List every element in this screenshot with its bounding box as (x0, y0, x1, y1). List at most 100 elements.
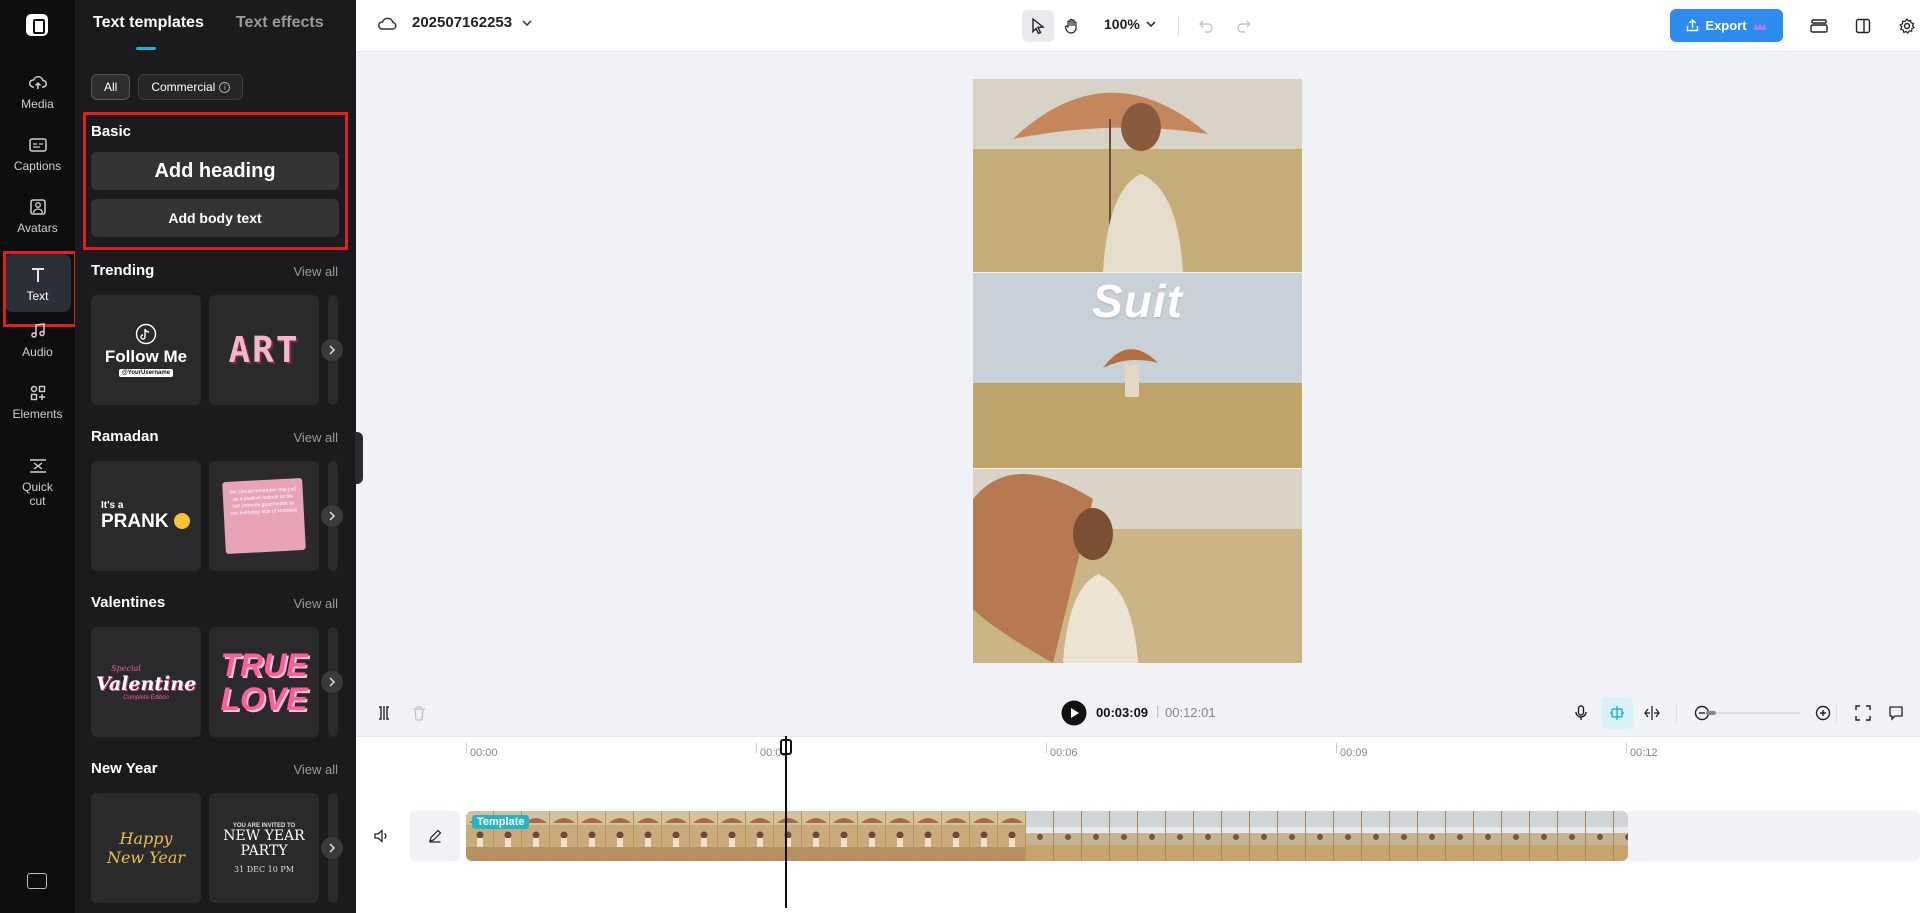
template-card-art[interactable]: ART (209, 295, 319, 405)
rail-item-label: Elements (12, 406, 63, 421)
rail-item-quick-cut[interactable]: Quick cut (4, 446, 71, 516)
add-heading-button[interactable]: Add heading (91, 152, 339, 190)
video-track-clip[interactable]: Template (466, 811, 1628, 861)
template-card-follow-me[interactable]: Follow Me @YourUsername (91, 295, 201, 405)
export-label: Export (1705, 18, 1747, 33)
rail-item-label: Media (21, 96, 54, 111)
app-logo-icon[interactable] (26, 14, 48, 36)
card-text-true: TRUE (220, 647, 308, 683)
text-icon (27, 264, 49, 286)
rail-item-elements[interactable]: Elements (4, 372, 71, 430)
template-card-quote[interactable]: We should remember that just as a positi… (209, 461, 319, 571)
template-card-happy-new-year[interactable]: Happy New Year (91, 793, 201, 903)
chevron-right-icon (329, 345, 336, 355)
fullscreen-icon (1855, 705, 1871, 721)
tick-label: 00:00 (470, 747, 498, 759)
rail-item-media[interactable]: Media (4, 62, 71, 120)
split-clip-button[interactable] (368, 697, 400, 729)
fullscreen-button[interactable] (1847, 697, 1879, 729)
chevron-down-icon (1146, 21, 1156, 27)
zoom-dropdown[interactable]: 100% (1104, 16, 1156, 32)
chat-icon (1889, 706, 1903, 721)
view-all-new-year-link[interactable]: View all (293, 762, 338, 777)
view-all-ramadan-link[interactable]: View all (293, 430, 338, 445)
redo-button[interactable] (1228, 10, 1260, 42)
canvas-text-overlay[interactable]: Suit (973, 274, 1302, 328)
keyboard-shortcuts-icon[interactable] (27, 873, 47, 889)
layers-button[interactable] (1803, 10, 1835, 42)
filter-commercial-chip[interactable]: Commercial i (138, 74, 244, 100)
top-bar: 202507162253 100% Export (356, 0, 1920, 52)
section-title-new-year: New Year (91, 760, 158, 777)
view-all-valentines-link[interactable]: View all (293, 596, 338, 611)
valentines-next-arrow[interactable] (321, 671, 343, 693)
panel-collapse-handle[interactable] (355, 432, 363, 484)
select-tool-button[interactable] (1022, 10, 1054, 42)
toolbar-divider (1178, 17, 1179, 35)
trending-next-arrow[interactable] (321, 339, 343, 361)
template-card-valentine[interactable]: Special Valentine Complete Edition (91, 627, 201, 737)
toggle-side-panel-button[interactable] (1847, 10, 1879, 42)
zoom-in-button[interactable] (1807, 697, 1839, 729)
zoom-slider-thumb[interactable] (1706, 711, 1716, 715)
template-card-prank[interactable]: It's a PRANK (91, 461, 201, 571)
auto-snap-button[interactable] (1601, 697, 1633, 729)
rail-item-label: Audio (22, 344, 53, 359)
template-card-new-year-party[interactable]: YOU ARE INVITED TO NEW YEAR PARTY 31 DEC… (209, 793, 319, 903)
section-title-ramadan: Ramadan (91, 428, 159, 445)
timeline[interactable]: 00:00 00:03 00:06 00:09 00:12 Template (356, 736, 1920, 913)
video-preview-canvas[interactable]: Suit (973, 79, 1302, 663)
settings-button[interactable] (1891, 10, 1920, 42)
record-voice-button[interactable] (1565, 697, 1597, 729)
play-button[interactable] (1058, 697, 1090, 729)
cloud-icon (378, 17, 397, 30)
export-button[interactable]: Export (1670, 9, 1783, 42)
playhead-line[interactable] (785, 736, 787, 908)
current-time: 00:03:09 (1096, 705, 1149, 720)
rail-item-avatars[interactable]: Avatars (4, 186, 71, 244)
timeline-zoom-slider[interactable] (1706, 711, 1800, 715)
card-text-prank-word: PRANK (101, 510, 169, 532)
rail-item-audio[interactable]: Audio (4, 310, 71, 368)
section-title-basic: Basic (91, 123, 132, 140)
rail-item-captions[interactable]: Captions (4, 124, 71, 182)
cloud-upload-icon (27, 72, 49, 94)
tab-text-effects[interactable]: Text effects (236, 14, 324, 32)
track-mute-button[interactable] (366, 820, 398, 852)
layers-icon (1810, 19, 1828, 33)
tick-mark (1046, 743, 1047, 753)
split-view-button[interactable] (1636, 697, 1668, 729)
captions-icon (27, 134, 49, 156)
project-title[interactable]: 202507162253 (378, 14, 532, 31)
left-rail: Media Captions Avatars Text Audio Elemen… (0, 0, 77, 913)
rail-item-label: Avatars (17, 220, 58, 235)
card-text-art: ART (228, 329, 300, 371)
rail-item-label: Captions (13, 158, 62, 173)
trash-icon (413, 706, 425, 721)
card-text-love: LOVE (220, 681, 308, 717)
rail-item-label: Quick (22, 479, 53, 494)
card-text-prank: PRANK (101, 511, 190, 533)
playback-bar: 00:03:09 | 00:12:01 (356, 690, 1920, 736)
undo-button[interactable] (1190, 10, 1222, 42)
rail-item-text[interactable]: Text (3, 251, 77, 327)
section-title-valentines: Valentines (91, 594, 166, 611)
add-body-text-button[interactable]: Add body text (91, 199, 339, 237)
template-card-true-love[interactable]: TRUE LOVE (209, 627, 319, 737)
new-year-next-arrow[interactable] (321, 837, 343, 859)
hand-tool-button[interactable] (1056, 10, 1088, 42)
chevron-right-icon (329, 843, 336, 853)
tab-text-templates[interactable]: Text templates (93, 14, 204, 32)
export-icon (1687, 19, 1699, 32)
ramadan-next-arrow[interactable] (321, 505, 343, 527)
undo-icon (1199, 20, 1213, 33)
project-name: 202507162253 (412, 14, 513, 31)
card-text-date: 31 DEC 10 PM (234, 864, 294, 874)
crown-icon (1753, 21, 1766, 30)
feedback-button[interactable] (1880, 697, 1912, 729)
delete-button[interactable] (403, 697, 435, 729)
hand-icon (1064, 18, 1077, 34)
view-all-trending-link[interactable]: View all (293, 264, 338, 279)
track-edit-button[interactable] (410, 811, 460, 861)
filter-all-chip[interactable]: All (91, 74, 131, 100)
